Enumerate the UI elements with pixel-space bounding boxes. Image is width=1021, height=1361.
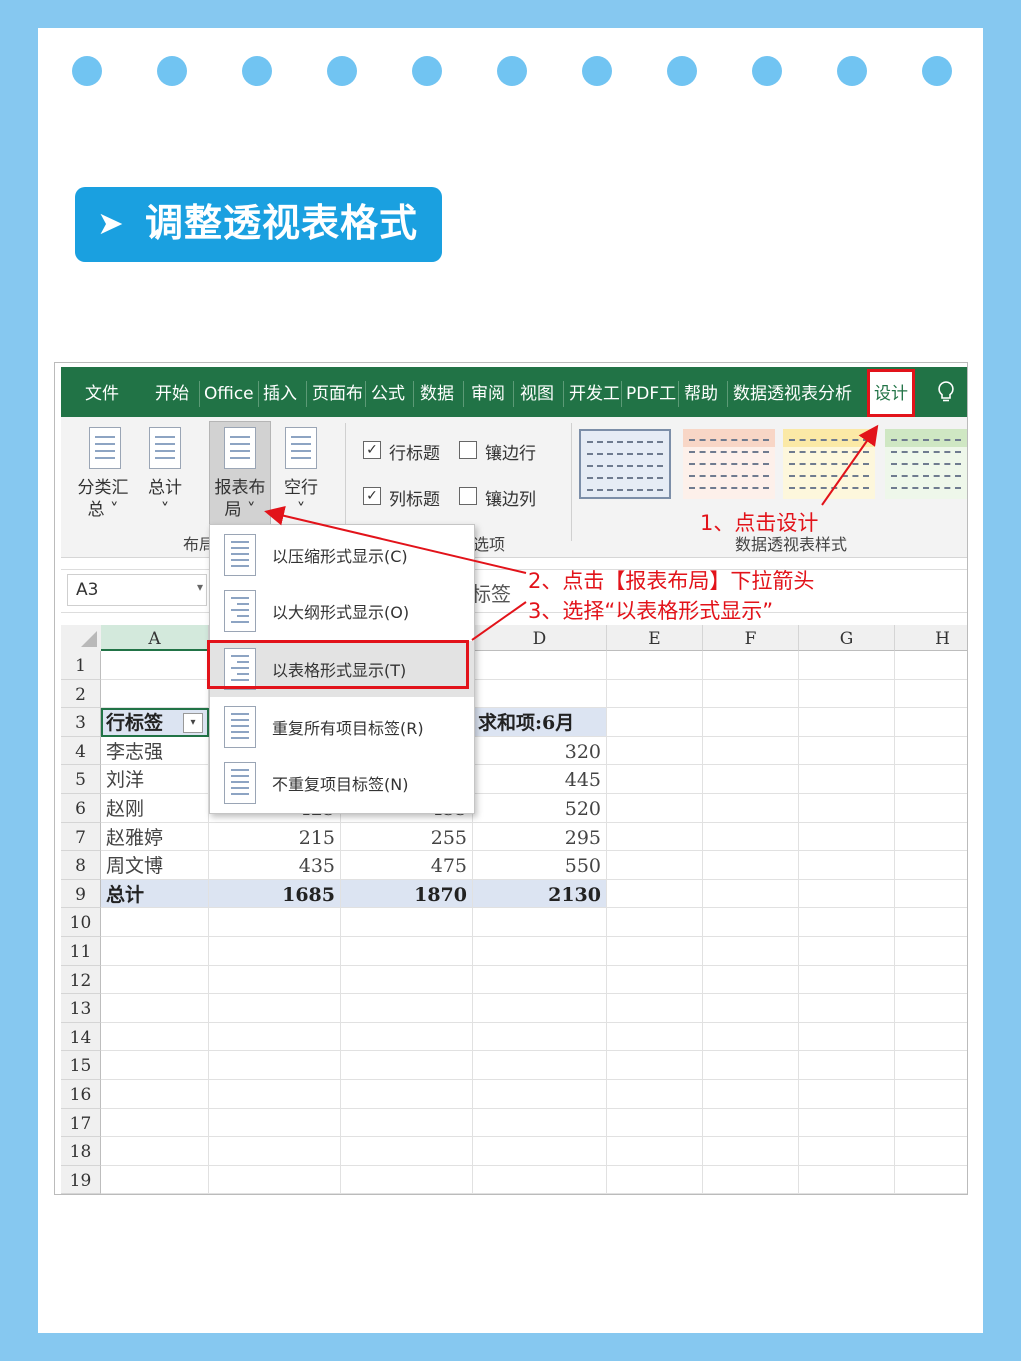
- arrow-to-layout-dropdown: [264, 505, 527, 574]
- arrow-to-design-tab: [821, 424, 879, 506]
- annotation-arrows: [264, 424, 879, 641]
- arrow-to-tabular-option: [471, 601, 527, 641]
